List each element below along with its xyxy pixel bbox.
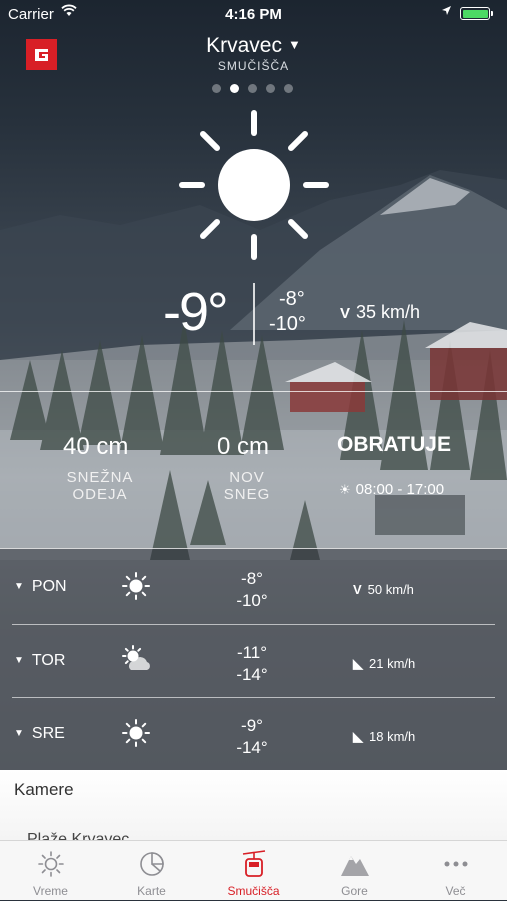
forecast-row[interactable]: ▼ TOR -11° -14° ◣ 21 km/h [0,625,507,698]
forecast-day: PON [31,578,67,595]
forecast-temp-min: -10° [236,591,268,610]
location-name: Krvavec [206,34,282,57]
forecast-temp-min: -14° [236,738,268,757]
tab-vec[interactable]: Več [405,841,506,901]
mountain-icon [304,850,405,878]
cameras-heading: Kamere [14,780,74,799]
status-bar: Carrier 4:16 PM [0,0,507,28]
snow-depth-label-line: SNEŽNA [66,469,134,486]
tab-label: Smučišča [227,884,280,898]
tab-label: Vreme [33,884,68,898]
clock: 4:16 PM [225,6,282,23]
tab-vreme[interactable]: Vreme [0,841,101,901]
tab-smucisca[interactable]: Smučišča [203,841,304,901]
cameras-panel[interactable]: Kamere Plaže Krvavec [0,770,507,848]
divider [0,391,507,392]
forecast-temp-max: -8° [241,569,263,588]
divider [253,283,255,345]
forecast-wind: 18 km/h [369,729,416,744]
page-dot[interactable] [266,84,275,93]
wind-speed: 35 km/h [356,302,421,322]
expand-icon: ▼ [14,581,24,592]
forecast-row[interactable]: ▼ SRE -9° -14° ◣ 18 km/h [0,698,507,771]
battery-icon [460,7,493,20]
new-snow-label-line: SNEG [223,486,271,503]
location-arrow-icon [441,5,452,19]
sun-outline-icon [0,850,101,878]
forecast-day: TOR [31,652,66,669]
forecast-wind: 21 km/h [369,656,416,671]
wind-direction-icon: ◣ [353,656,363,671]
snow-depth-label-line: ODEJA [72,486,128,503]
temp-max: -8° [279,288,305,310]
new-snow-label-line: NOV [229,469,265,486]
forecast-wind: 50 km/h [367,582,414,597]
forecast-temp-min: -14° [236,665,268,684]
tab-label: Gore [341,884,368,898]
location-subtitle: SMUČIŠČA [217,59,290,73]
sun-small-icon: ☀ [339,482,351,497]
current-temperature: -9° [163,282,229,342]
divider [0,548,507,549]
sun-icon [177,108,331,267]
forecast-temp-max: -9° [241,716,263,735]
forecast-day: SRE [31,725,65,742]
tab-karte[interactable]: Karte [101,841,202,901]
cable-car-icon [203,850,304,880]
page-dot-active[interactable] [230,84,239,93]
chart-icon [101,850,202,878]
tab-label: Karte [137,884,166,898]
expand-icon: ▼ [14,728,24,739]
wind-direction-icon: ◣ [353,729,363,744]
current-wind: V 35 km/h [340,302,420,323]
wind-direction-icon: V [353,582,362,597]
wind-direction-icon: V [340,305,351,322]
forecast-row[interactable]: ▼ PON -8° -10° V 50 km/h [0,551,507,624]
forecast-temp-max: -11° [236,643,268,662]
opening-hours-text: 08:00 - 17:00 [355,481,445,498]
resort-status: OBRATUJE [337,433,451,456]
new-snow-label: NOV SNEG [202,469,292,503]
partly-cloudy-icon [121,645,153,680]
snow-depth-label: SNEŽNA ODEJA [55,469,145,503]
sun-icon [121,718,151,753]
temp-min: -10° [269,313,306,335]
location-selector[interactable]: Krvavec ▼ [0,34,507,58]
more-icon [405,850,506,878]
page-dot[interactable] [284,84,293,93]
tab-bar: Vreme Karte Smučišča Gore Več [0,840,507,900]
sun-icon [121,571,151,606]
caret-down-icon: ▼ [287,37,301,52]
snow-depth-value: 40 cm [63,433,129,460]
new-snow-value: 0 cm [217,433,270,460]
page-dot[interactable] [248,84,257,93]
tab-label: Več [445,884,466,898]
page-dot[interactable] [212,84,221,93]
expand-icon: ▼ [14,655,24,666]
page-indicator[interactable] [212,84,293,93]
tab-gore[interactable]: Gore [304,841,405,901]
opening-hours: ☀ 08:00 - 17:00 [339,481,444,498]
